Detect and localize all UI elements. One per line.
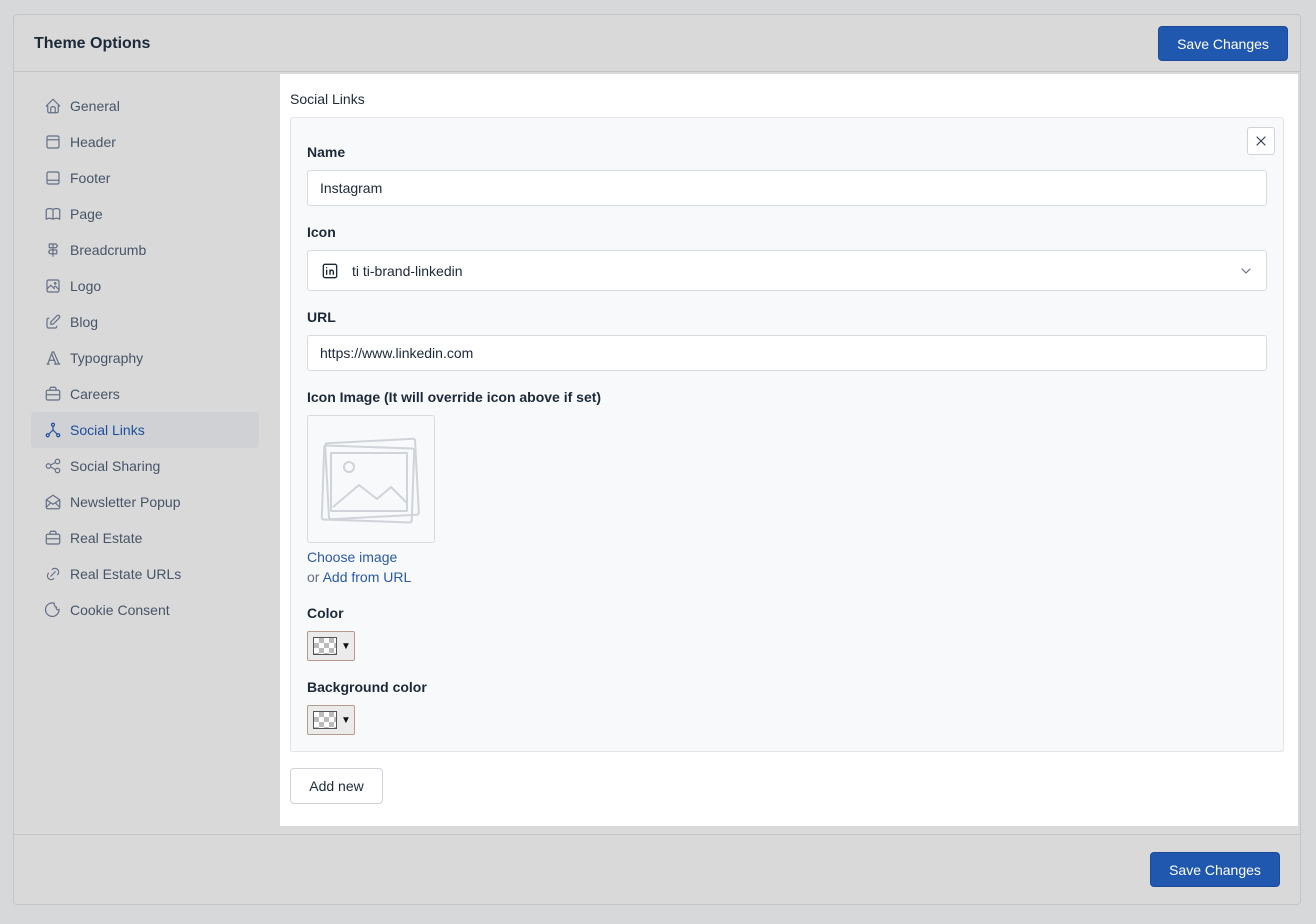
background-color-picker[interactable]: ▼ bbox=[307, 705, 355, 735]
edit-icon bbox=[46, 314, 61, 329]
social-icon bbox=[45, 422, 61, 438]
choose-image-link[interactable]: Choose image bbox=[307, 549, 397, 565]
icon-image-label: Icon Image (It will override icon above … bbox=[307, 389, 602, 405]
sidebar-item-social-sharing[interactable]: Social Sharing bbox=[31, 448, 259, 484]
sidebar-item-general[interactable]: General bbox=[31, 88, 259, 124]
save-changes-button-bottom[interactable]: Save Changes bbox=[1150, 852, 1280, 887]
link-icon bbox=[46, 567, 60, 581]
caret-down-icon: ▼ bbox=[341, 714, 351, 726]
save-changes-button-top[interactable]: Save Changes bbox=[1158, 26, 1288, 61]
mail-opened-icon bbox=[45, 494, 61, 510]
sidebar-item-label: Blog bbox=[70, 314, 99, 330]
photo-icon bbox=[46, 279, 60, 293]
cookie-icon bbox=[44, 602, 60, 618]
close-icon bbox=[1256, 136, 1266, 146]
url-label: URL bbox=[307, 309, 336, 325]
signpost-icon bbox=[47, 243, 59, 257]
sidebar-item-label: General bbox=[70, 98, 120, 114]
chevron-down-icon bbox=[1241, 268, 1251, 274]
sidebar-item-label: Breadcrumb bbox=[70, 242, 147, 258]
remove-item-button[interactable] bbox=[1247, 127, 1275, 155]
page-title: Theme Options bbox=[34, 35, 151, 52]
sidebar-item-cookie-consent[interactable]: Cookie Consent bbox=[31, 592, 259, 628]
section-title: Social Links bbox=[290, 91, 365, 107]
add-from-url-row: or Add from URL bbox=[307, 569, 411, 585]
background-color-swatch bbox=[313, 711, 337, 729]
sidebar-item-label: Real Estate bbox=[70, 530, 143, 546]
typography-icon bbox=[46, 351, 61, 365]
name-field[interactable] bbox=[307, 170, 1267, 206]
sidebar-item-blog[interactable]: Blog bbox=[31, 304, 259, 340]
url-field[interactable] bbox=[307, 335, 1267, 371]
share-icon bbox=[45, 458, 61, 474]
caret-down-icon: ▼ bbox=[341, 640, 351, 652]
add-from-url-link[interactable]: Add from URL bbox=[323, 569, 412, 585]
sidebar-item-breadcrumb[interactable]: Breadcrumb bbox=[31, 232, 259, 268]
sidebar-item-careers[interactable]: Careers bbox=[31, 376, 259, 412]
briefcase-icon bbox=[45, 530, 61, 545]
sidebar-item-label: Logo bbox=[70, 278, 102, 294]
main-panel: Social Links Name Icon ti ti-brand-linke… bbox=[280, 74, 1298, 826]
theme-options-card: Theme Options Save Changes General Heade… bbox=[13, 14, 1301, 905]
image-placeholder-icon bbox=[320, 437, 420, 524]
sidebar-item-social-links[interactable]: Social Links bbox=[31, 412, 259, 448]
briefcase-icon bbox=[45, 386, 61, 401]
layout-footer-icon bbox=[46, 171, 60, 185]
sidebar-item-label: Page bbox=[70, 206, 103, 222]
add-new-button[interactable]: Add new bbox=[290, 768, 383, 804]
sidebar-item-label: Cookie Consent bbox=[70, 602, 170, 618]
sidebar-item-real-estate[interactable]: Real Estate bbox=[31, 520, 259, 556]
color-picker[interactable]: ▼ bbox=[307, 631, 355, 661]
image-placeholder[interactable] bbox=[307, 415, 435, 543]
color-swatch bbox=[313, 637, 337, 655]
sidebar-item-page[interactable]: Page bbox=[31, 196, 259, 232]
sidebar-item-real-estate-urls[interactable]: Real Estate URLs bbox=[31, 556, 259, 592]
sidebar-item-footer[interactable]: Footer bbox=[31, 160, 259, 196]
sidebar-item-label: Footer bbox=[70, 170, 111, 186]
color-label: Color bbox=[307, 605, 344, 621]
name-label: Name bbox=[307, 144, 346, 160]
brand-linkedin-icon bbox=[322, 263, 338, 278]
sidebar-item-label: Careers bbox=[70, 386, 120, 402]
sidebar-nav: General Header Footer Page Breadcrumb Lo… bbox=[31, 88, 259, 628]
sidebar-item-logo[interactable]: Logo bbox=[31, 268, 259, 304]
card-header: Theme Options Save Changes bbox=[14, 15, 1300, 72]
or-text: or bbox=[307, 569, 320, 585]
sidebar-item-header[interactable]: Header bbox=[31, 124, 259, 160]
sidebar-item-label: Social Links bbox=[70, 422, 145, 438]
background-color-label: Background color bbox=[307, 679, 427, 695]
sidebar-item-newsletter-popup[interactable]: Newsletter Popup bbox=[31, 484, 259, 520]
sidebar-item-label: Newsletter Popup bbox=[70, 494, 181, 510]
sidebar-item-label: Social Sharing bbox=[70, 458, 161, 474]
sidebar-item-label: Typography bbox=[70, 350, 144, 366]
card-footer bbox=[14, 834, 1300, 904]
icon-select[interactable]: ti ti-brand-linkedin bbox=[307, 250, 1267, 291]
icon-select-value: ti ti-brand-linkedin bbox=[352, 262, 463, 279]
book-icon bbox=[45, 208, 61, 220]
icon-label: Icon bbox=[307, 224, 336, 240]
home-icon bbox=[45, 98, 61, 114]
choose-image-row: Choose image bbox=[307, 549, 397, 565]
sidebar-item-typography[interactable]: Typography bbox=[31, 340, 259, 376]
social-link-item: Name Icon ti ti-brand-linkedin URL Icon … bbox=[290, 117, 1284, 752]
layout-header-icon bbox=[46, 135, 60, 149]
sidebar-item-label: Header bbox=[70, 134, 116, 150]
sidebar-item-label: Real Estate URLs bbox=[70, 566, 182, 582]
